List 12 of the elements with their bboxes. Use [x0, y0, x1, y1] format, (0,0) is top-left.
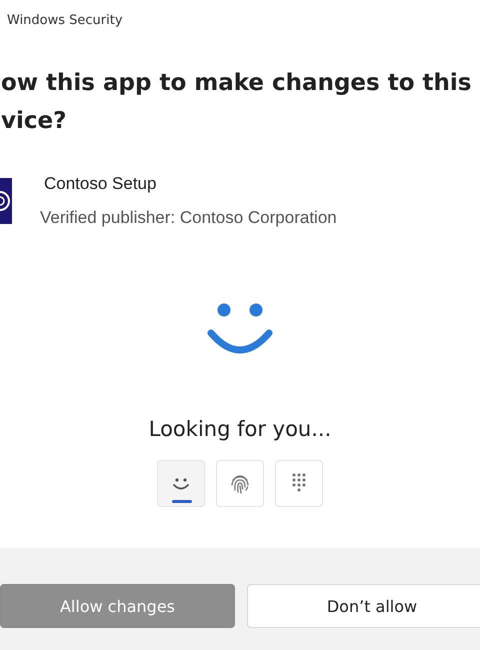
smiley-face-icon	[172, 476, 190, 490]
pin-option[interactable]	[275, 460, 323, 507]
deny-button[interactable]: Don’t allow	[247, 584, 480, 628]
publisher-text: Verified publisher: Contoso Corporation	[40, 207, 337, 229]
window-title: Windows Security	[6, 12, 123, 28]
dialog-heading: ow this app to make changes to this	[1, 69, 472, 98]
face-option[interactable]	[157, 460, 205, 507]
fingerprint-option[interactable]	[216, 460, 264, 507]
app-name: Contoso Setup	[44, 173, 156, 195]
fingerprint-icon	[230, 472, 250, 494]
dialog-heading: vice?	[1, 107, 66, 136]
status-text: Looking for you...	[148, 417, 332, 441]
